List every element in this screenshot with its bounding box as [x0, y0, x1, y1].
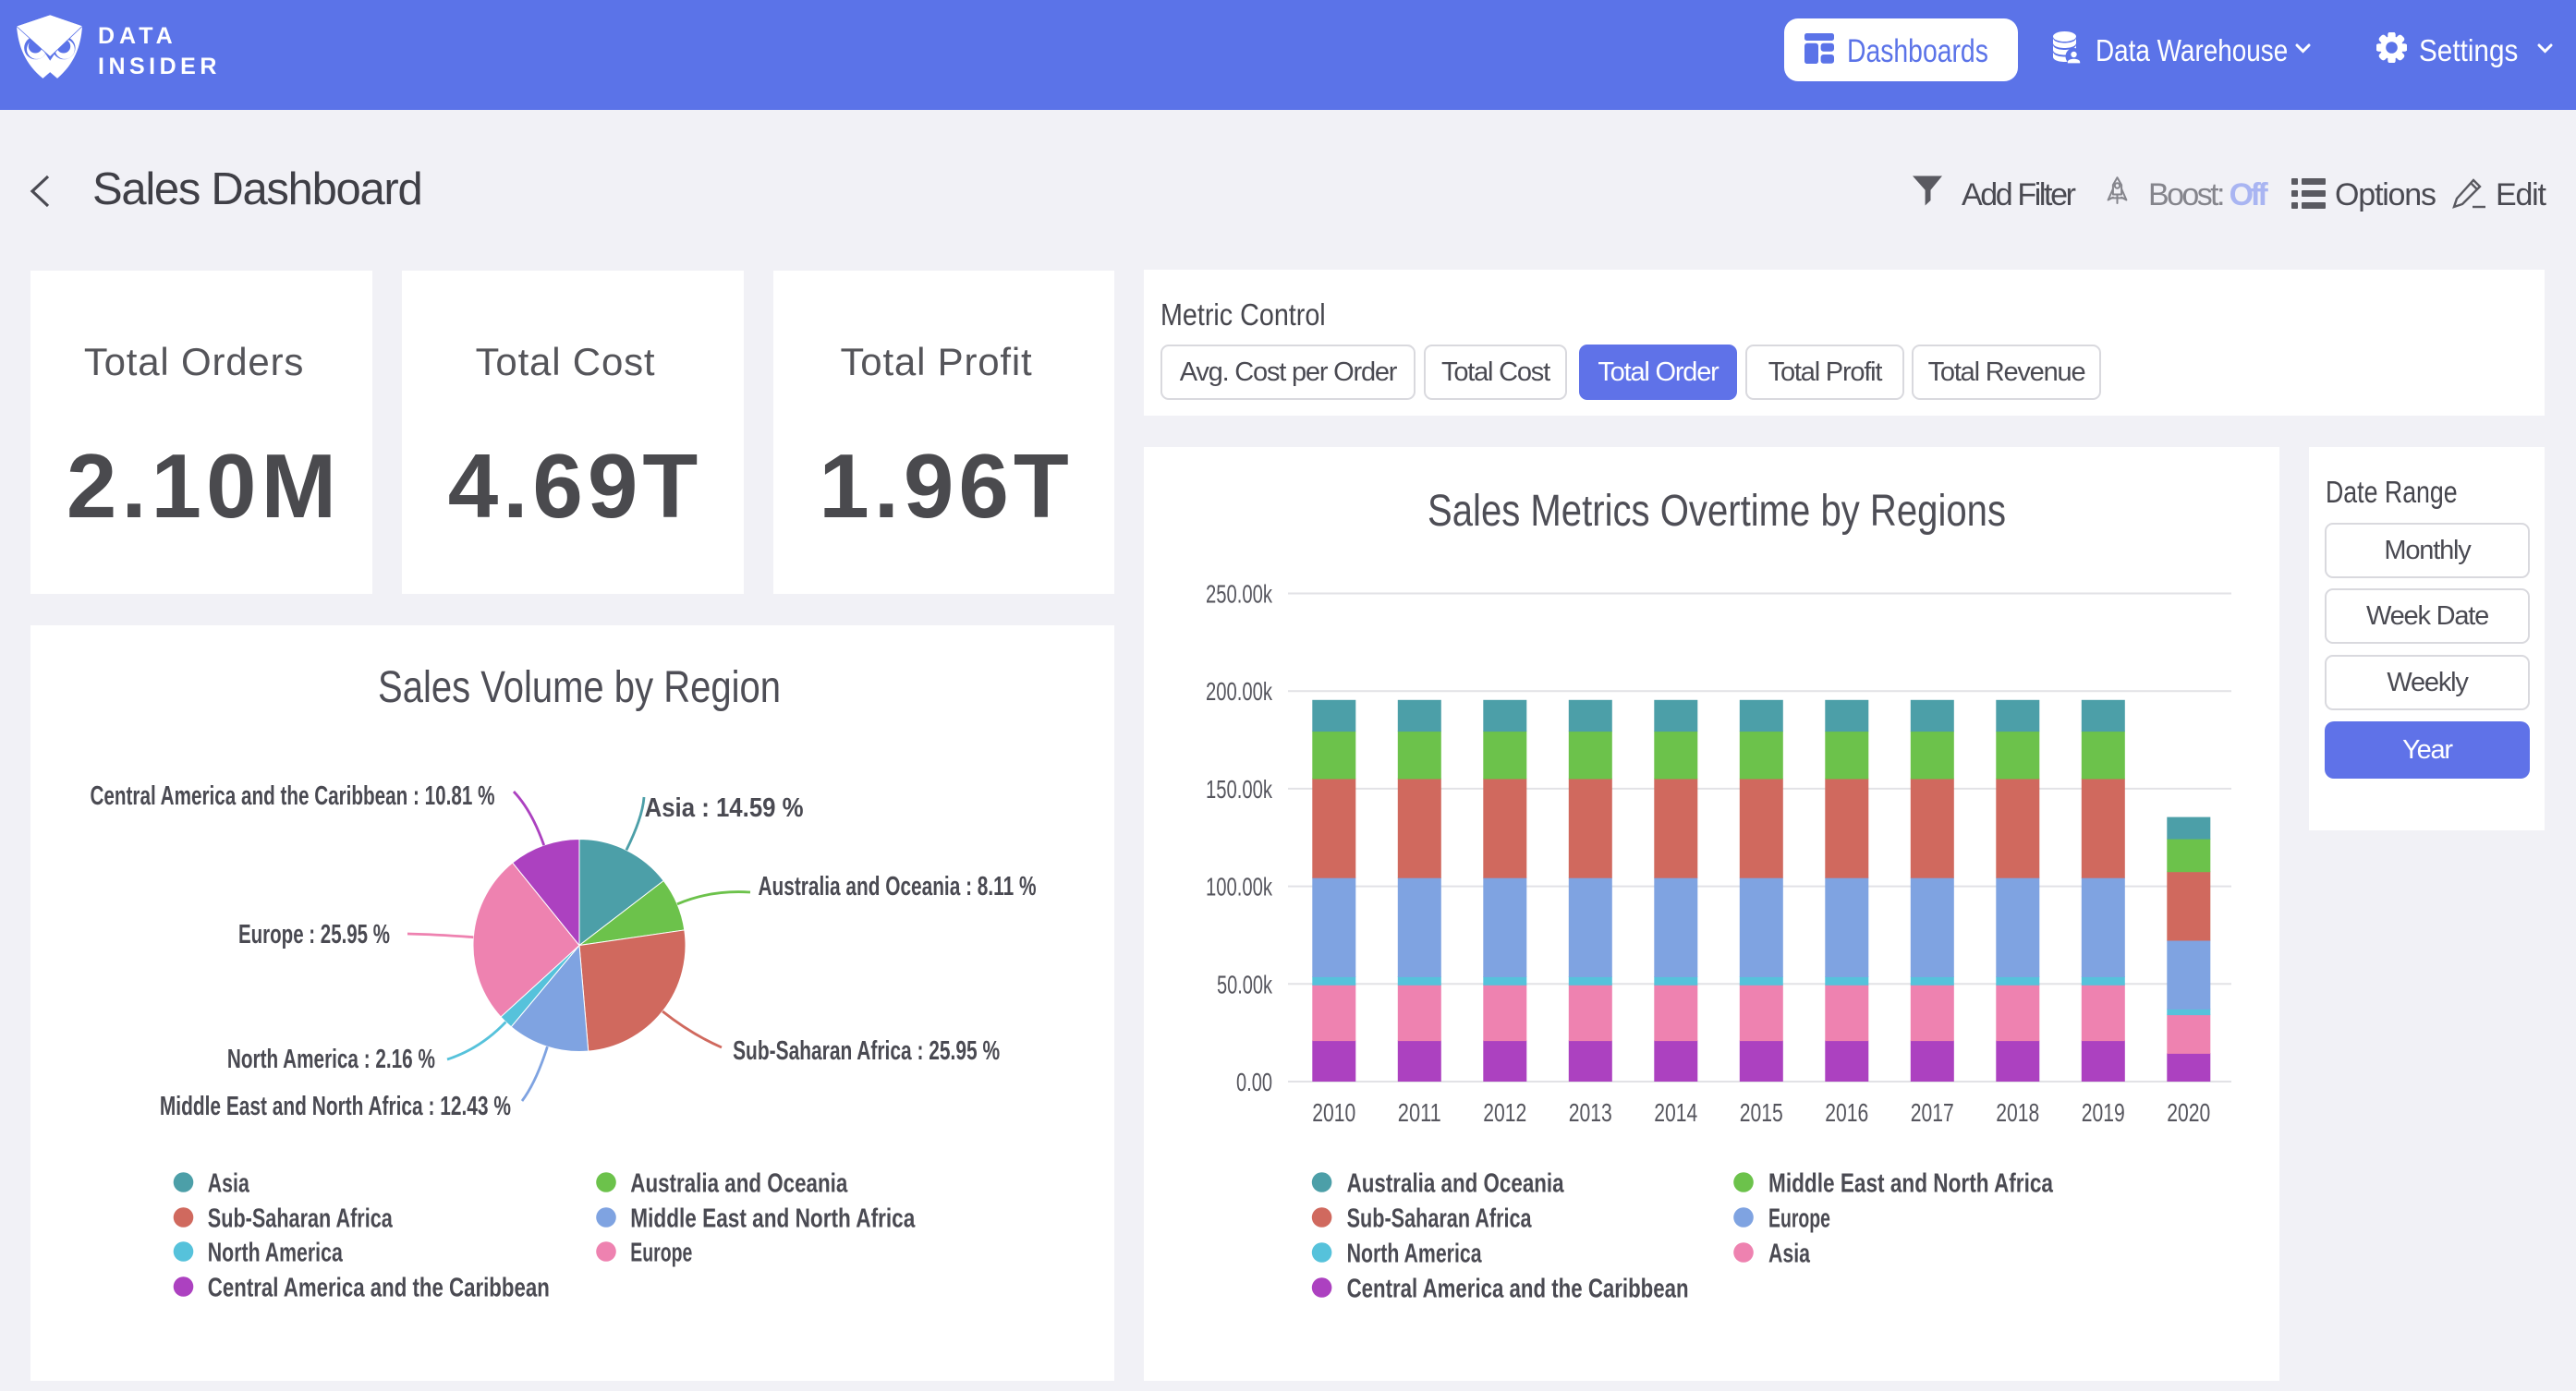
svg-text:2013: 2013 [1569, 1098, 1612, 1127]
svg-text:2018: 2018 [1996, 1098, 2039, 1127]
svg-text:200.00k: 200.00k [1206, 677, 1273, 706]
svg-text:2012: 2012 [1483, 1098, 1526, 1127]
svg-text:100.00k: 100.00k [1206, 873, 1273, 901]
svg-text:Sales Metrics Overtime by Regi: Sales Metrics Overtime by Regions [1428, 487, 2006, 536]
svg-text:0.00: 0.00 [1236, 1068, 1272, 1096]
svg-text:Middle East and North Africa: Middle East and North Africa [630, 1204, 916, 1234]
svg-text:2017: 2017 [1911, 1098, 1954, 1127]
svg-text:Middle East and North Africa: Middle East and North Africa [1768, 1169, 2054, 1199]
svg-text:Sub-Saharan Africa: Sub-Saharan Africa [208, 1204, 394, 1234]
svg-text:North America: North America [1347, 1240, 1483, 1269]
svg-text:Europe: Europe [1768, 1204, 1830, 1234]
svg-text:Sales Volume by Region: Sales Volume by Region [378, 663, 781, 712]
svg-text:2014: 2014 [1654, 1098, 1697, 1127]
svg-text:Australia and Oceania: Australia and Oceania [630, 1169, 848, 1199]
svg-text:Europe : 25.95 %: Europe : 25.95 % [238, 920, 390, 950]
svg-text:Australia and Oceania: Australia and Oceania [1347, 1169, 1565, 1199]
svg-text:150.00k: 150.00k [1206, 775, 1273, 804]
svg-text:250.00k: 250.00k [1206, 580, 1273, 609]
svg-text:Central America and the Caribb: Central America and the Caribbean [1347, 1275, 1689, 1304]
svg-text:Asia: Asia [1768, 1240, 1811, 1269]
svg-text:North America: North America [208, 1239, 344, 1268]
svg-text:Asia: Asia [208, 1169, 250, 1199]
svg-text:2016: 2016 [1825, 1098, 1868, 1127]
svg-text:2019: 2019 [2082, 1098, 2125, 1127]
svg-text:Australia and Oceania : 8.11 %: Australia and Oceania : 8.11 % [759, 872, 1037, 901]
svg-text:Central America and the Caribb: Central America and the Caribbean : 10.8… [91, 781, 495, 811]
svg-text:2010: 2010 [1312, 1098, 1355, 1127]
svg-text:Sub-Saharan Africa: Sub-Saharan Africa [1347, 1204, 1533, 1234]
svg-text:Europe: Europe [630, 1239, 692, 1268]
svg-text:North America : 2.16 %: North America : 2.16 % [227, 1045, 435, 1074]
svg-text:Middle East and North Africa :: Middle East and North Africa : 12.43 % [160, 1092, 511, 1121]
svg-text:Asia : 14.59 %: Asia : 14.59 % [645, 793, 804, 823]
svg-text:Sub-Saharan Africa : 25.95 %: Sub-Saharan Africa : 25.95 % [733, 1036, 1000, 1066]
svg-text:Central America and the Caribb: Central America and the Caribbean [208, 1274, 550, 1303]
svg-text:2015: 2015 [1740, 1098, 1783, 1127]
svg-text:2011: 2011 [1398, 1098, 1441, 1127]
svg-text:50.00k: 50.00k [1217, 970, 1273, 998]
svg-text:2020: 2020 [2167, 1098, 2210, 1127]
